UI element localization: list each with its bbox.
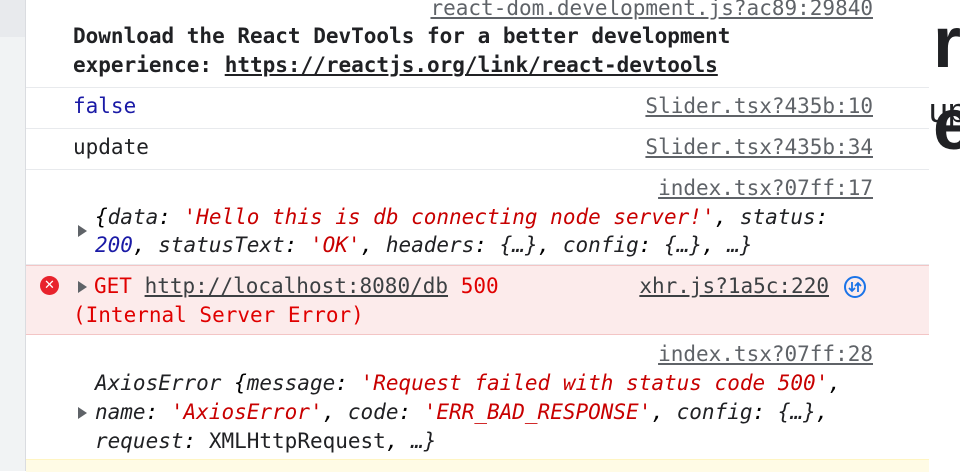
devtools-link[interactable]: https://reactjs.org/link/react-devtools: [225, 53, 718, 77]
source-link[interactable]: Slider.tsx?435b:10: [645, 94, 873, 118]
log-text: update: [73, 135, 149, 159]
console-message-update: update Slider.tsx?435b:34: [26, 129, 929, 170]
left-page-gutter: [0, 0, 25, 471]
source-link[interactable]: Slider.tsx?435b:34: [645, 135, 873, 159]
console-message-axios-error: index.tsx?07ff:28 AxiosError {message: '…: [26, 334, 929, 458]
console-message-devtools: react-dom.development.js?ac89:29840 Down…: [26, 0, 929, 88]
message-prefix: experience:: [73, 53, 225, 77]
source-link[interactable]: react-dom.development.js?ac89:29840: [430, 0, 873, 20]
console-message-response: index.tsx?07ff:17 {data: 'Hello this is …: [26, 170, 929, 265]
page-heading-fragment: r e: [933, 3, 960, 165]
error-x-circle-icon: ✕: [40, 276, 59, 295]
object-preview-line2: 200, statusText: 'OK', headers: {…}, con…: [95, 233, 753, 257]
object-preview-line1: AxiosError {message: 'Request failed wit…: [95, 371, 841, 395]
devtools-console: react-dom.development.js?ac89:29840 Down…: [25, 0, 930, 472]
error-text-line1: GET http://localhost:8080/db 500: [94, 274, 499, 298]
message-text: Download the React DevTools for a better…: [73, 24, 731, 48]
console-message-error: ✕ GET http://localhost:8080/db 500 (Inte…: [26, 265, 929, 335]
page-subtext-fragment: up: [929, 92, 960, 130]
boolean-value: false: [73, 94, 137, 118]
network-request-icon[interactable]: [844, 276, 866, 298]
expand-triangle-icon[interactable]: [78, 407, 87, 419]
expand-triangle-icon[interactable]: [78, 225, 87, 237]
expand-triangle-icon[interactable]: [78, 281, 87, 293]
object-preview-line3: request: XMLHttpRequest, …}: [95, 429, 437, 453]
page-behind-console: r e up: [929, 0, 960, 471]
console-message-warning-partial: [26, 459, 929, 472]
object-preview-line1: {data: 'Hello this is db connecting node…: [95, 205, 829, 229]
source-link[interactable]: xhr.js?1a5c:220: [639, 274, 829, 298]
status-code: 500: [460, 274, 499, 298]
request-url[interactable]: http://localhost:8080/db: [145, 274, 448, 298]
error-status-text: (Internal Server Error): [73, 303, 364, 327]
console-message-false: false Slider.tsx?435b:10: [26, 88, 929, 129]
http-method: GET: [94, 274, 132, 298]
object-preview-line2: name: 'AxiosError', code: 'ERR_BAD_RESPO…: [95, 400, 829, 424]
source-link[interactable]: index.tsx?07ff:28: [658, 342, 873, 366]
left-page-strip: [0, 0, 25, 37]
source-link[interactable]: index.tsx?07ff:17: [658, 176, 873, 200]
message-text: experience: https://reactjs.org/link/rea…: [73, 53, 718, 77]
